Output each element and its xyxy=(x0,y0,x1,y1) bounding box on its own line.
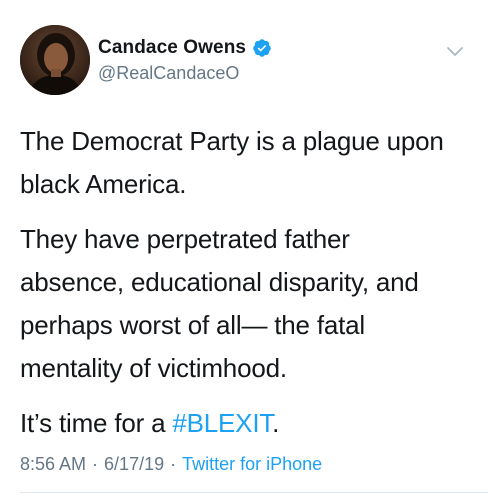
tweet-time[interactable]: 8:56 AM xyxy=(20,454,86,475)
verified-badge-icon xyxy=(252,38,272,58)
tweet-paragraph-2-line-1: They have perpetrated father xyxy=(20,224,350,254)
tweet-meta: 8:56 AM · 6/17/19 · Twitter for iPhone xyxy=(20,454,322,475)
name-row: Candace Owens xyxy=(98,35,272,61)
tweet-header: Candace Owens @RealCandaceO xyxy=(20,25,476,97)
tweet-paragraph-2-line-4: mentality of victimhood. xyxy=(20,353,287,383)
tweet-paragraph-2: They have perpetrated father absence, ed… xyxy=(20,218,470,390)
tweet-paragraph-2-line-3: perhaps worst of all— the fatal xyxy=(20,310,365,340)
meta-separator: · xyxy=(92,454,99,474)
author-handle[interactable]: @RealCandaceO xyxy=(98,63,272,84)
author-identity[interactable]: Candace Owens @RealCandaceO xyxy=(98,35,272,84)
tweet-source-link[interactable]: Twitter for iPhone xyxy=(182,454,322,475)
chevron-down-icon[interactable] xyxy=(446,45,464,57)
hashtag-link[interactable]: #BLEXIT xyxy=(172,408,272,438)
tweet-paragraph-3-prefix: It’s time for a xyxy=(20,408,173,438)
divider xyxy=(20,492,488,493)
tweet-date[interactable]: 6/17/19 xyxy=(104,454,164,475)
author-display-name[interactable]: Candace Owens xyxy=(98,37,246,59)
meta-separator: · xyxy=(170,454,177,474)
tweet-paragraph-1: The Democrat Party is a plague upon blac… xyxy=(20,126,444,199)
tweet-paragraph-2-line-2: absence, educational disparity, and xyxy=(20,267,419,297)
tweet-card: Candace Owens @RealCandaceO The Democrat… xyxy=(0,0,488,500)
tweet-paragraph-3-suffix: . xyxy=(272,408,280,438)
avatar[interactable] xyxy=(20,25,90,95)
tweet-paragraph-3: It’s time for a #BLEXIT. xyxy=(20,402,470,445)
tweet-text: The Democrat Party is a plague upon blac… xyxy=(20,120,470,457)
